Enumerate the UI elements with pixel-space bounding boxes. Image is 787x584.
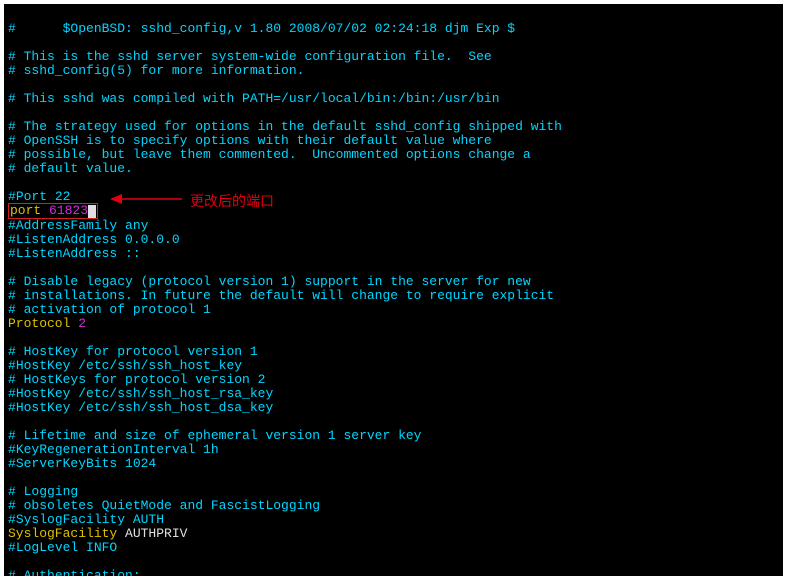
comment-text: Disable legacy (protocol version 1) supp… <box>16 274 531 289</box>
comment-line: # <box>8 484 16 499</box>
comment-text: Lifetime and size of ephemeral version 1… <box>16 428 422 443</box>
comment-line: # <box>8 400 16 415</box>
comment-line: # <box>8 344 16 359</box>
comment-text: This sshd was compiled with PATH=/usr/lo… <box>16 91 500 106</box>
comment-text: KeyRegenerationInterval 1h <box>16 442 219 457</box>
comment-text: OpenSSH is to specify options with their… <box>16 133 492 148</box>
comment-text: ListenAddress 0.0.0.0 <box>16 232 180 247</box>
comment-text: Authentication: <box>16 568 141 576</box>
comment-text: Port 22 <box>16 189 71 204</box>
comment-line: # <box>8 133 16 148</box>
comment-line: # <box>8 358 16 373</box>
comment-line: # <box>8 442 16 457</box>
comment-text: sshd_config(5) for more information. <box>16 63 305 78</box>
comment-text: ListenAddress :: <box>16 246 141 261</box>
comment-line: # <box>8 568 16 576</box>
cursor <box>88 205 96 218</box>
comment-line: # <box>8 147 16 162</box>
comment-line: # <box>8 246 16 261</box>
comment-line: # <box>8 91 16 106</box>
comment-text: default value. <box>16 161 133 176</box>
comment-line: # <box>8 161 16 176</box>
comment-line: # <box>8 540 16 555</box>
comment-text: installations. In future the default wil… <box>16 288 554 303</box>
config-value: 2 <box>78 316 86 331</box>
config-value: 61823 <box>49 203 88 218</box>
comment-line: # <box>8 63 16 78</box>
comment-text: HostKey for protocol version 1 <box>16 344 258 359</box>
config-key: SyslogFacility <box>8 526 117 541</box>
comment-text: activation of protocol 1 <box>16 302 211 317</box>
comment-line: # <box>8 232 16 247</box>
comment-line: # <box>8 218 16 233</box>
comment-text: This is the sshd server system-wide conf… <box>16 49 492 64</box>
comment-line: # <box>8 21 16 36</box>
comment-text: ServerKeyBits 1024 <box>16 456 156 471</box>
comment-line: # <box>8 428 16 443</box>
comment-text: HostKey /etc/ssh/ssh_host_dsa_key <box>16 400 273 415</box>
comment-line: # <box>8 498 16 513</box>
comment-line: # <box>8 386 16 401</box>
config-key: port <box>10 203 41 218</box>
comment-text: obsoletes QuietMode and FascistLogging <box>16 498 320 513</box>
comment-text: HostKeys for protocol version 2 <box>16 372 266 387</box>
comment-text: HostKey /etc/ssh/ssh_host_key <box>16 358 242 373</box>
comment-text: $OpenBSD: sshd_config,v 1.80 2008/07/02 … <box>16 21 515 36</box>
terminal-area[interactable]: # $OpenBSD: sshd_config,v 1.80 2008/07/0… <box>4 4 783 576</box>
comment-line: # <box>8 288 16 303</box>
comment-line: # <box>8 302 16 317</box>
comment-text: LogLevel INFO <box>16 540 117 555</box>
comment-text: The strategy used for options in the def… <box>16 119 562 134</box>
comment-text: AddressFamily any <box>16 218 149 233</box>
comment-line: # <box>8 119 16 134</box>
config-value: AUTHPRIV <box>117 526 187 541</box>
comment-line: # <box>8 372 16 387</box>
comment-line: # <box>8 274 16 289</box>
comment-text: HostKey /etc/ssh/ssh_host_rsa_key <box>16 386 273 401</box>
comment-line: # <box>8 49 16 64</box>
port-edit-highlight: port 61823 <box>8 203 98 219</box>
comment-line: # <box>8 189 16 204</box>
comment-text: SyslogFacility AUTH <box>16 512 164 527</box>
comment-line: # <box>8 456 16 471</box>
comment-text: Logging <box>16 484 78 499</box>
comment-line: # <box>8 512 16 527</box>
config-key: Protocol <box>8 316 70 331</box>
comment-text: possible, but leave them commented. Unco… <box>16 147 531 162</box>
